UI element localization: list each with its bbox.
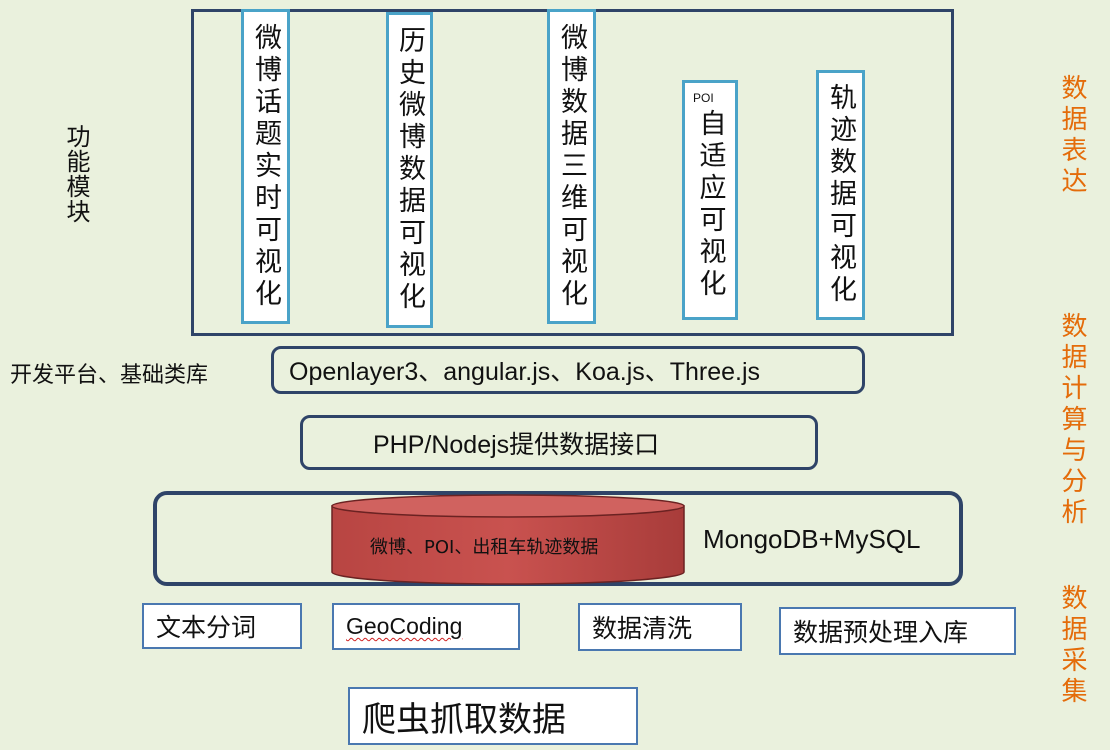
- api-box: PHP/Nodejs提供数据接口: [300, 415, 818, 470]
- process-label: 文本分词: [156, 613, 257, 642]
- module-label: 历史微博数据可视化: [394, 26, 425, 314]
- function-modules-label: 功能模块: [62, 124, 90, 224]
- process-geocoding: GeoCoding: [332, 603, 520, 650]
- module-label: 微博数据三维可视化: [556, 22, 587, 311]
- process-preprocess-storage: 数据预处理入库: [779, 607, 1016, 655]
- process-label: GeoCoding: [346, 613, 463, 639]
- module-prefix: POI: [693, 91, 714, 105]
- api-box-text: PHP/Nodejs提供数据接口: [373, 430, 660, 459]
- database-cylinder-label: 微博、POI、出租车轨迹数据: [370, 537, 599, 558]
- module-label: 自适应可视化: [694, 109, 726, 301]
- crawler-label: 爬虫抓取数据: [362, 699, 566, 740]
- platform-label: 开发平台、基础类库: [10, 363, 209, 388]
- process-label: 数据清洗: [592, 614, 693, 643]
- module-history-weibo: 历史微博数据可视化: [386, 12, 433, 328]
- process-label: 数据预处理入库: [793, 618, 969, 647]
- side-label-data-computation: 数据计算与分析: [1057, 312, 1087, 529]
- database-engine-label: MongoDB+MySQL: [703, 524, 921, 554]
- platform-box-text: Openlayer3、angular.js、Koa.js、Three.js: [289, 358, 761, 386]
- module-weibo-topic-realtime: 微博话题实时可视化: [241, 9, 290, 324]
- module-poi-adaptive: POI 自适应可视化: [682, 80, 738, 320]
- platform-box: Openlayer3、angular.js、Koa.js、Three.js: [271, 346, 865, 394]
- process-data-cleaning: 数据清洗: [578, 603, 742, 651]
- module-label: 轨迹数据可视化: [825, 83, 856, 307]
- process-text-segmentation: 文本分词: [142, 603, 302, 649]
- module-weibo-3d: 微博数据三维可视化: [547, 9, 596, 324]
- side-label-data-expression: 数据表达: [1057, 74, 1087, 198]
- module-trajectory: 轨迹数据可视化: [816, 70, 865, 320]
- side-label-data-collection: 数据采集: [1057, 584, 1087, 708]
- module-label: 微博话题实时可视化: [250, 22, 281, 311]
- crawler-box: 爬虫抓取数据: [348, 687, 638, 745]
